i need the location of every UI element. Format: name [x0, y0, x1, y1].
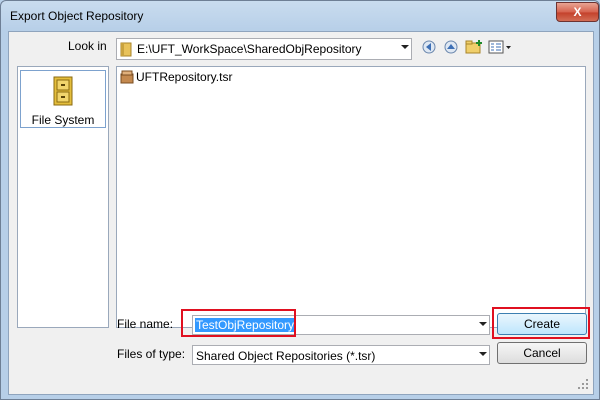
close-button[interactable]: X	[556, 2, 599, 22]
export-dialog: Export Object Repository X Look in E:\UF…	[0, 0, 600, 400]
folder-icon	[120, 42, 132, 60]
dialog-title: Export Object Repository	[10, 9, 144, 23]
resize-grip-icon[interactable]	[577, 378, 589, 393]
chevron-down-icon[interactable]	[479, 322, 487, 326]
dialog-body: Look in E:\UFT_WorkSpace\SharedObjReposi…	[8, 31, 594, 395]
files-of-type-label: Files of type:	[117, 347, 186, 361]
look-in-path: E:\UFT_WorkSpace\SharedObjRepository	[137, 42, 362, 56]
chevron-down-icon[interactable]	[479, 352, 487, 356]
file-name-label: File name:	[117, 317, 174, 331]
chevron-down-icon[interactable]	[401, 45, 409, 49]
up-folder-icon[interactable]	[443, 39, 459, 55]
place-item-file-system[interactable]: File System	[20, 70, 106, 128]
file-name-highlight	[181, 309, 296, 337]
title-bar[interactable]: Export Object Repository X	[1, 1, 599, 31]
look-in-combo[interactable]: E:\UFT_WorkSpace\SharedObjRepository	[116, 38, 412, 60]
view-menu-icon[interactable]	[488, 39, 512, 55]
close-icon: X	[573, 5, 582, 19]
file-list[interactable]: UFTRepository.tsr	[116, 66, 586, 328]
file-cabinet-icon	[53, 76, 73, 109]
repository-file-icon	[120, 70, 134, 87]
new-folder-icon[interactable]	[465, 39, 483, 55]
file-name: UFTRepository.tsr	[136, 70, 233, 84]
files-of-type-select[interactable]: Shared Object Repositories (*.tsr)	[192, 345, 490, 365]
look-in-label: Look in	[68, 39, 107, 53]
places-bar: File System	[17, 66, 109, 328]
back-icon[interactable]	[421, 39, 437, 55]
files-of-type-value: Shared Object Repositories (*.tsr)	[196, 349, 376, 363]
cancel-button[interactable]: Cancel	[497, 342, 587, 364]
place-item-label: File System	[31, 113, 95, 127]
create-highlight	[492, 307, 590, 339]
